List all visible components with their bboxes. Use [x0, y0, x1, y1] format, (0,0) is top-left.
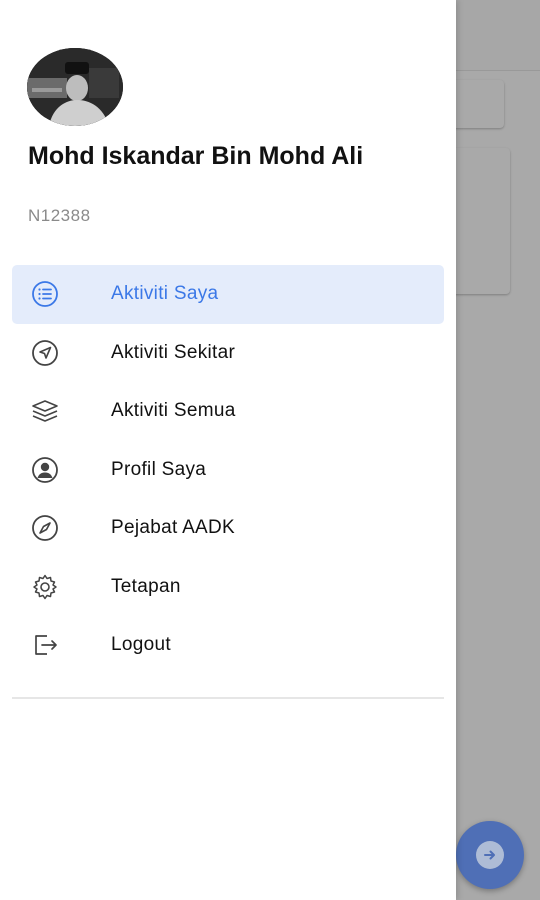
menu-item-label: Aktiviti Sekitar — [111, 341, 236, 363]
arrow-right-icon — [476, 841, 504, 869]
forward-fab-button[interactable] — [456, 821, 524, 889]
menu-item-pejabat-aadk[interactable]: Pejabat AADK — [12, 499, 444, 558]
navigation-drawer: Mohd Iskandar Bin Mohd Ali N12388 Aktivi… — [0, 0, 456, 900]
menu-item-label: Pejabat AADK — [111, 517, 236, 539]
menu-item-label: Profil Saya — [111, 458, 207, 480]
menu-item-label: Logout — [111, 634, 171, 656]
avatar[interactable] — [27, 48, 123, 126]
user-name: Mohd Iskandar Bin Mohd Ali — [28, 142, 364, 170]
menu-item-logout[interactable]: Logout — [12, 616, 444, 675]
menu-item-aktiviti-saya[interactable]: Aktiviti Saya — [12, 265, 444, 324]
divider — [12, 697, 444, 699]
menu-item-aktiviti-semua[interactable]: Aktiviti Semua — [12, 382, 444, 441]
menu-item-label: Tetapan — [111, 575, 181, 597]
user-id: N12388 — [28, 206, 91, 225]
drawer-menu: Aktiviti Saya Aktiviti Sekitar Aktiviti … — [12, 265, 444, 675]
list-icon — [30, 279, 60, 309]
menu-item-profil-saya[interactable]: Profil Saya — [12, 441, 444, 500]
menu-item-aktiviti-sekitar[interactable]: Aktiviti Sekitar — [12, 324, 444, 383]
logout-icon — [30, 630, 60, 660]
app-screen: Mohd Iskandar Bin Mohd Ali N12388 Aktivi… — [0, 0, 540, 900]
compass-icon — [30, 513, 60, 543]
menu-item-label: Aktiviti Saya — [111, 283, 219, 305]
menu-item-label: Aktiviti Semua — [111, 400, 236, 422]
settings-icon — [30, 572, 60, 602]
navigation-icon — [30, 338, 60, 368]
menu-item-tetapan[interactable]: Tetapan — [12, 558, 444, 617]
layers-icon — [30, 396, 60, 426]
user-circle-icon — [30, 455, 60, 485]
